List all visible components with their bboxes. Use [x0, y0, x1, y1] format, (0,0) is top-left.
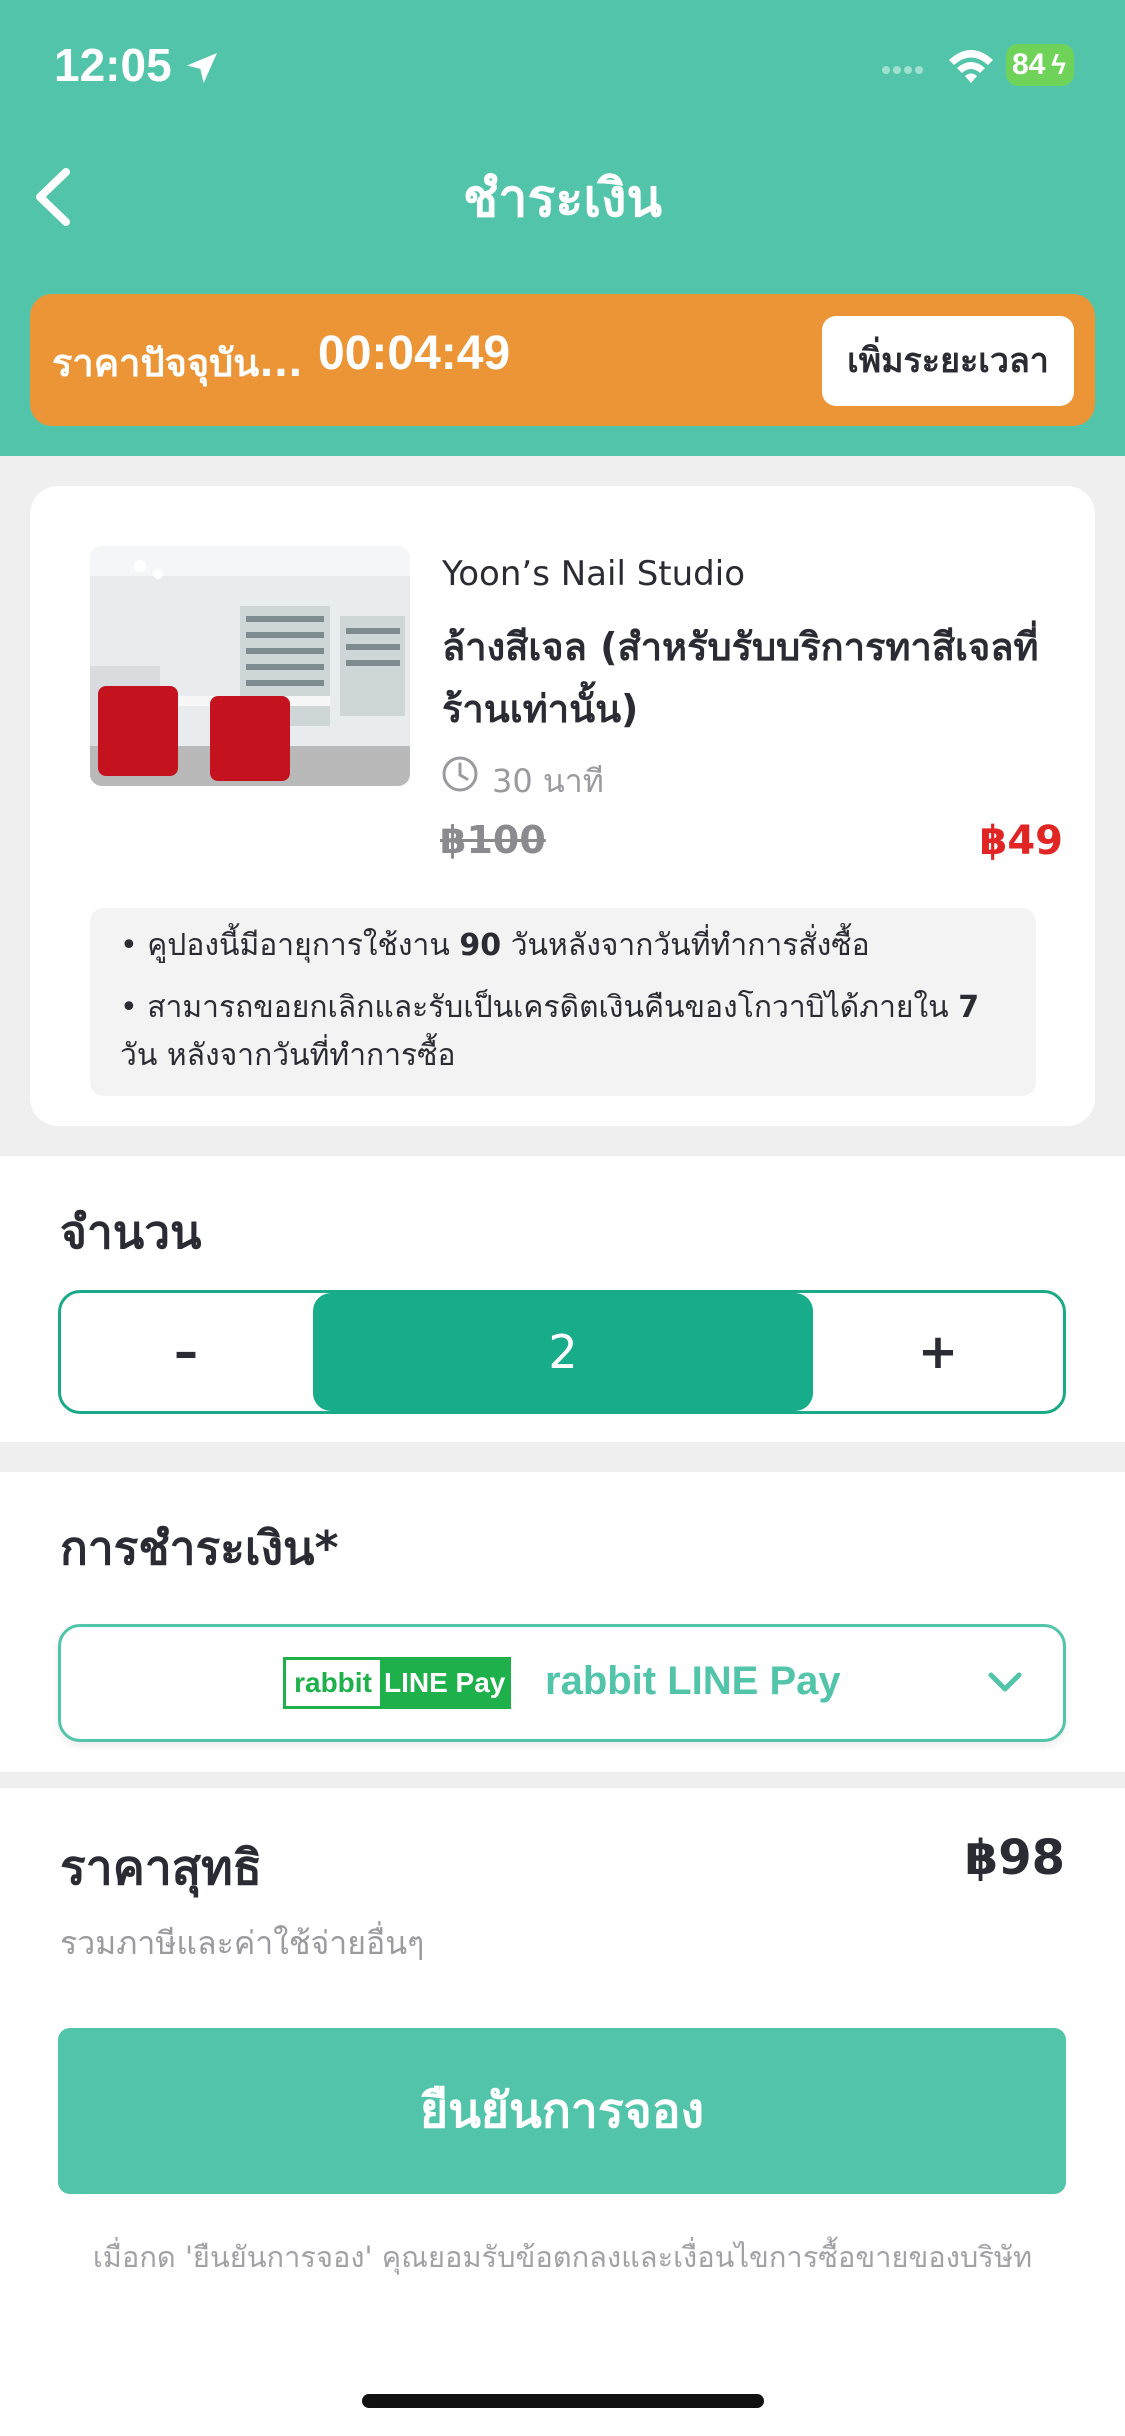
countdown-timer: 00:04:49 — [318, 327, 511, 380]
payment-method-label: rabbit LINE Pay — [545, 1659, 841, 1703]
increase-quantity-button[interactable]: + — [813, 1293, 1063, 1411]
service-duration: 30 นาที — [492, 762, 604, 800]
chevron-down-icon — [988, 1672, 1022, 1692]
coupon-notes: • คูปองนี้มีอายุการใช้งาน 90 วันหลังจากว… — [90, 908, 1036, 1096]
price-timer-banner: ราคาปัจจุบัน... 00:04:49 เพิ่มระยะเวลา — [30, 294, 1095, 426]
quantity-stepper: – 2 + — [58, 1290, 1066, 1414]
coupon-note-validity: • คูปองนี้มีอายุการใช้งาน 90 วันหลังจากว… — [120, 928, 870, 963]
total-section: ราคาสุทธิ ฿98 รวมภาษีและค่าใช้จ่ายอื่นๆ … — [0, 1788, 1125, 2436]
page-title: ชำระเงิน — [462, 169, 663, 229]
payment-section: การชำระเงิน* rabbit LINE Pay rabbit LINE… — [0, 1472, 1125, 1772]
terms-text: เมื่อกด 'ยืนยันการจอง' คุณยอมรับข้อตกลงแ… — [92, 2240, 1033, 2274]
decrease-quantity-button[interactable]: – — [61, 1293, 311, 1411]
home-indicator — [362, 2394, 764, 2408]
battery-indicator: 84 ϟ — [1006, 44, 1074, 86]
coupon-note-cancellation: • สามารถขอยกเลิกและรับเป็นเครดิตเงินคืนข… — [120, 990, 980, 1073]
total-price: ฿98 — [964, 1830, 1065, 1886]
status-time: 12:05 — [54, 39, 172, 91]
signal-dots-icon — [882, 66, 923, 74]
quantity-value: 2 — [313, 1293, 813, 1411]
quantity-title: จำนวน — [60, 1205, 202, 1259]
wifi-icon — [949, 50, 993, 83]
clock-icon — [442, 756, 478, 792]
shop-name: Yoon’s Nail Studio — [442, 554, 745, 594]
rabbit-line-pay-logo: rabbit LINE Pay — [283, 1657, 511, 1709]
extend-time-button[interactable]: เพิ่มระยะเวลา — [822, 316, 1074, 406]
payment-title: การชำระเงิน* — [60, 1521, 339, 1575]
charging-bolt-icon: ϟ — [1051, 49, 1066, 80]
quantity-section: จำนวน – 2 + — [0, 1156, 1125, 1442]
salon-photo — [90, 546, 410, 786]
service-name: ล้างสีเจล (สำหรับรับบริการทาสีเจลที่ ร้า… — [442, 616, 1062, 740]
original-price: ฿100 — [440, 818, 546, 862]
status-bar: 12:05 84 ϟ — [0, 0, 1125, 140]
payment-method-select[interactable]: rabbit LINE Pay rabbit LINE Pay — [58, 1624, 1066, 1742]
confirm-booking-button[interactable]: ยืนยันการจอง — [58, 2028, 1066, 2194]
header: 12:05 84 ϟ ชำระเงิน ราคาปัจจุบัน... 00:0… — [0, 0, 1125, 456]
service-card: Yoon’s Nail Studio ล้างสีเจล (สำหรับรับบ… — [30, 486, 1095, 1126]
service-name-line1: ล้างสีเจล (สำหรับรับบริการทาสีเจลที่ — [442, 625, 1039, 669]
service-name-line2: ร้านเท่านั้น) — [442, 687, 639, 731]
total-subtext: รวมภาษีและค่าใช้จ่ายอื่นๆ — [60, 1924, 425, 1962]
discount-price: ฿49 — [979, 818, 1064, 864]
battery-level: 84 — [1012, 48, 1046, 81]
total-label: ราคาสุทธิ — [60, 1840, 263, 1896]
location-arrow-icon — [187, 53, 217, 83]
timer-label: ราคาปัจจุบัน... — [52, 341, 303, 385]
